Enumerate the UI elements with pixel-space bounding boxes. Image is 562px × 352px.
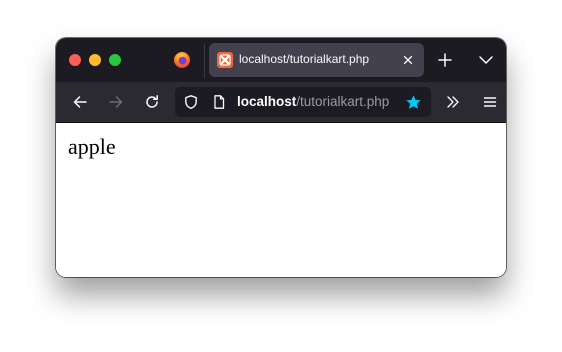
new-tab-plus-icon[interactable] [437,52,453,68]
tab-separator [204,44,205,78]
star-icon[interactable] [405,94,422,111]
minimize-window-button[interactable] [89,54,101,66]
close-window-button[interactable] [69,54,81,66]
chevron-down-icon[interactable] [478,53,494,67]
browser-window: localhost/tutorialkart.php localhost/tut… [56,38,506,277]
reload-icon[interactable] [144,94,160,110]
page-content: apple [56,123,506,277]
navigation-toolbar: localhost/tutorialkart.php [56,82,506,123]
url-host: localhost [237,94,297,109]
firefox-icon[interactable] [173,51,191,69]
xampp-icon [217,52,233,68]
shield-icon[interactable] [183,94,199,110]
tab-bar: localhost/tutorialkart.php [56,38,506,82]
back-arrow-icon[interactable] [72,94,88,110]
forward-arrow-icon[interactable] [108,94,124,110]
overflow-chevrons-icon[interactable] [445,94,461,110]
page-icon[interactable] [211,94,227,110]
hamburger-menu-icon[interactable] [482,94,498,110]
tab-title: localhost/tutorialkart.php [239,52,370,66]
page-text: apple [68,134,116,159]
url-text[interactable]: localhost/tutorialkart.php [237,94,389,109]
zoom-window-button[interactable] [109,54,121,66]
url-path: /tutorialkart.php [296,94,390,109]
close-icon[interactable] [401,53,415,67]
address-bar[interactable]: localhost/tutorialkart.php [175,87,431,117]
tab-active[interactable]: localhost/tutorialkart.php [209,43,424,77]
